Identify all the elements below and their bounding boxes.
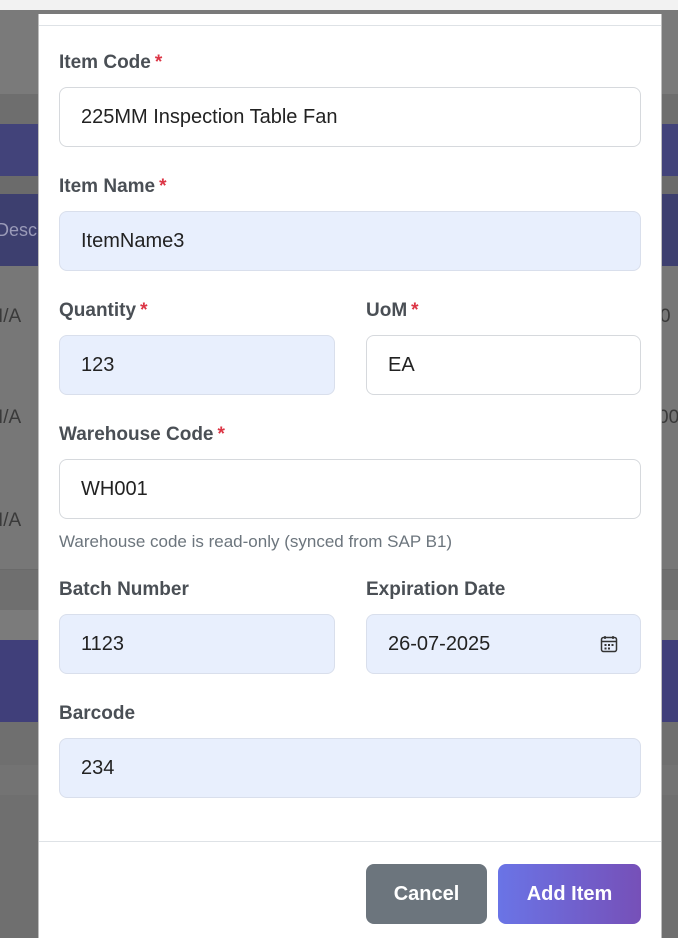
batch-number-label: Batch Number <box>59 579 189 600</box>
uom-label: UoM * <box>366 300 419 321</box>
expiration-date-input[interactable]: 26-07-2025 <box>366 614 641 674</box>
quantity-input[interactable]: 123 <box>59 335 335 395</box>
barcode-label: Barcode <box>59 703 136 724</box>
add-item-modal: Item Code * 225MM Inspection Table Fan It… <box>38 14 662 938</box>
cancel-button[interactable]: Cancel <box>366 864 487 924</box>
item-code-label: Item Code * <box>59 52 163 73</box>
calendar-icon[interactable] <box>600 635 618 653</box>
barcode-input[interactable]: 234 <box>59 738 641 798</box>
uom-input[interactable]: EA <box>366 335 641 395</box>
warehouse-code-input[interactable]: WH001 <box>59 459 641 519</box>
warehouse-code-label: Warehouse Code * <box>59 424 225 445</box>
add-item-button[interactable]: Add Item <box>498 864 641 924</box>
batch-number-input[interactable]: 1123 <box>59 614 335 674</box>
item-name-label: Item Name * <box>59 176 167 197</box>
modal-header-divider <box>39 25 661 26</box>
expiration-date-label: Expiration Date <box>366 579 506 600</box>
warehouse-code-help-text: Warehouse code is read-only (synced from… <box>59 532 453 551</box>
modal-footer-divider <box>39 841 661 842</box>
background-column-description: Descr <box>0 220 44 240</box>
item-name-input[interactable]: ItemName3 <box>59 211 641 271</box>
quantity-label: Quantity * <box>59 300 148 321</box>
item-code-input[interactable]: 225MM Inspection Table Fan <box>59 87 641 147</box>
